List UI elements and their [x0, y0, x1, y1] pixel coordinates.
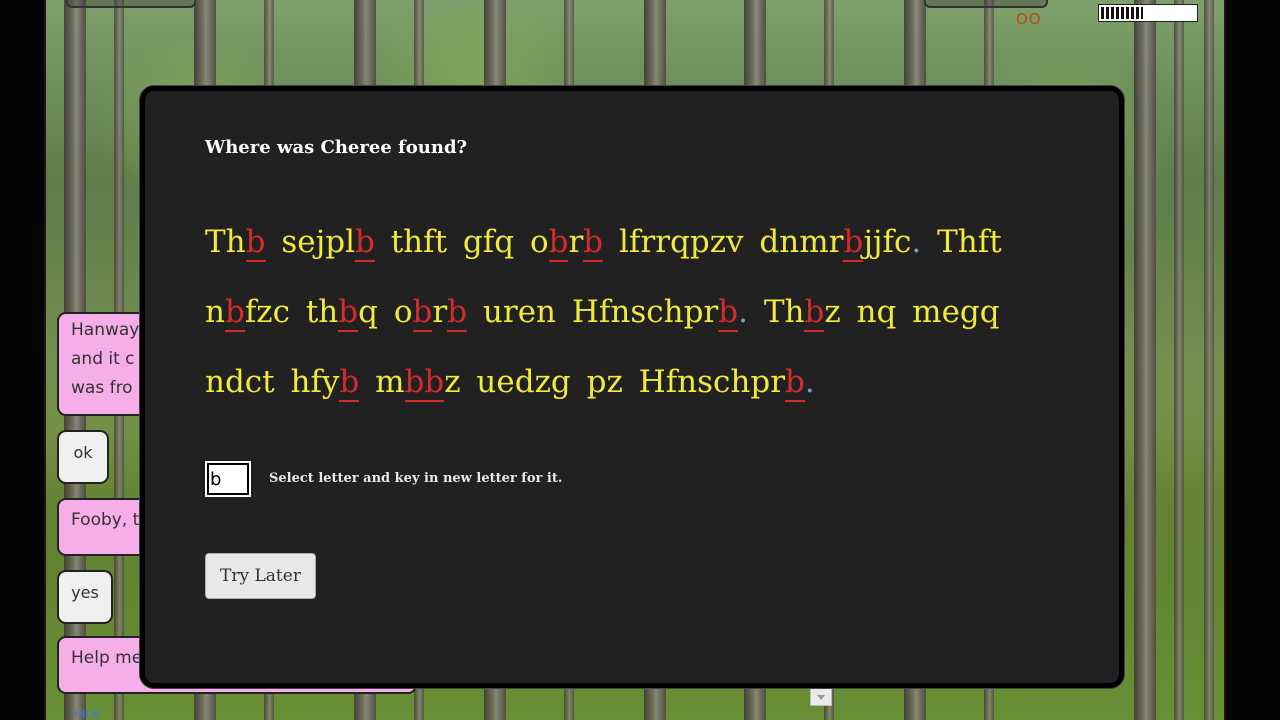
- cipher-line: Thb sejplb thft gfq obrb lfrrqpzv dnmrbj…: [205, 207, 1065, 277]
- cipher-selected-letter[interactable]: b: [785, 364, 805, 402]
- cryptogram-dialog: Where was Cheree found? Thb sejplb thft …: [140, 86, 1124, 688]
- left-border: [0, 0, 46, 720]
- cipher-text: Thb sejplb thft gfq obrb lfrrqpzv dnmrbj…: [205, 207, 1065, 417]
- cipher-selected-letter[interactable]: b: [224, 294, 245, 332]
- game-stage: OO Hanway and it c was fro ok Fooby, t y…: [0, 0, 1280, 720]
- cipher-letters[interactable]: z uedzg pz Hfnschpr: [444, 364, 785, 400]
- scroll-down-button[interactable]: [810, 688, 832, 706]
- cipher-line: nbfzc thbq obrb uren Hfnschprb. Thbz nq …: [205, 277, 1065, 347]
- cipher-selected-letter[interactable]: b: [447, 294, 468, 332]
- chat-bubble-text: Help me: [71, 648, 143, 668]
- chat-bubble-text: Fooby, t: [71, 510, 140, 530]
- cipher-letters[interactable]: Th: [205, 224, 246, 260]
- cipher-selected-letter[interactable]: b: [245, 224, 266, 262]
- puzzle-question: Where was Cheree found?: [205, 137, 468, 158]
- cipher-punctuation: .: [738, 294, 748, 330]
- cipher-letters[interactable]: sejpl: [266, 224, 355, 260]
- sunglasses-icon: OO: [1016, 10, 1042, 28]
- cipher-letters[interactable]: lfrrqpzv dnmr: [603, 224, 843, 260]
- cipher-selected-letter[interactable]: b: [718, 294, 739, 332]
- cipher-letters[interactable]: q o: [358, 294, 412, 330]
- chat-reply-yes[interactable]: yes: [57, 570, 113, 624]
- cipher-selected-letter[interactable]: bb: [404, 364, 445, 402]
- cipher-letters[interactable]: Thft: [921, 224, 1002, 260]
- cipher-selected-letter[interactable]: b: [583, 224, 604, 262]
- cipher-selected-letter[interactable]: b: [412, 294, 433, 332]
- top-right-tab[interactable]: [924, 0, 1048, 8]
- cipher-punctuation: .: [911, 224, 922, 260]
- cipher-letters[interactable]: jjfc: [863, 224, 911, 260]
- cipher-letters[interactable]: thft gfq o: [375, 224, 549, 260]
- energy-meter: [1098, 4, 1198, 22]
- cipher-letters[interactable]: r: [568, 224, 583, 260]
- cipher-selected-letter[interactable]: b: [843, 224, 864, 262]
- cipher-punctuation: .: [804, 364, 815, 400]
- right-border: [1224, 0, 1280, 720]
- try-later-button[interactable]: Try Later: [205, 553, 316, 599]
- cipher-letters[interactable]: m: [359, 364, 404, 400]
- cipher-selected-letter[interactable]: b: [339, 364, 360, 402]
- instruction-text: Select letter and key in new letter for …: [269, 471, 563, 486]
- hide-chat-link[interactable]: HIDE: [74, 708, 101, 720]
- cipher-selected-letter[interactable]: b: [355, 224, 375, 262]
- chat-reply-label: ok: [73, 443, 93, 462]
- chat-reply-ok[interactable]: ok: [57, 430, 109, 484]
- cipher-letters[interactable]: n: [205, 294, 225, 330]
- cipher-letters[interactable]: uren Hfnschpr: [467, 294, 718, 330]
- cipher-selected-letter[interactable]: b: [548, 224, 569, 262]
- cipher-letters[interactable]: ndct hfy: [205, 364, 339, 400]
- energy-meter-fill: [1101, 7, 1143, 19]
- letter-input[interactable]: [205, 461, 251, 497]
- cipher-letters[interactable]: fzc th: [245, 294, 338, 330]
- cipher-line: ndct hfyb mbbz uedzg pz Hfnschprb.: [205, 347, 1065, 417]
- cipher-selected-letter[interactable]: b: [338, 294, 359, 332]
- cipher-selected-letter[interactable]: b: [804, 294, 825, 332]
- chat-reply-label: yes: [71, 583, 99, 602]
- cipher-letters[interactable]: Th: [748, 294, 805, 330]
- cipher-letters[interactable]: z nq megq: [824, 294, 999, 330]
- top-left-tab[interactable]: [66, 0, 196, 8]
- cipher-letters[interactable]: r: [432, 294, 447, 330]
